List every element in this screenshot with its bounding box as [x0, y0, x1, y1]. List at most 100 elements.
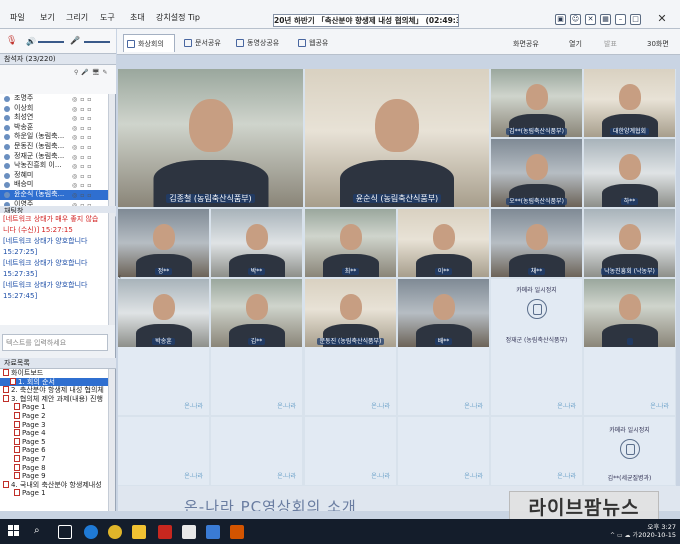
participant-row[interactable]: 정재군 (농림축... ◎▫▫: [0, 152, 108, 162]
menu-view[interactable]: 보기: [40, 12, 55, 23]
mic-icon[interactable]: 🎙: [6, 36, 17, 46]
video-tile-empty[interactable]: 온-나라: [398, 417, 489, 485]
participant-row[interactable]: 조명주 ◎▫▫: [0, 94, 108, 104]
video-tile[interactable]: 채**: [491, 209, 582, 277]
video-tile-empty[interactable]: 온-나라: [118, 347, 209, 415]
edge-icon[interactable]: [84, 525, 98, 539]
document-list[interactable]: 화이트보드 1. 회의 순서 2. 축산분야 항생제 내성 협의체 3. 협의체 제안…: [0, 369, 108, 511]
app-icon[interactable]: [182, 525, 196, 539]
documents-scrollbar[interactable]: [108, 369, 115, 511]
search-icon[interactable]: ⌕: [34, 525, 40, 536]
video-tile[interactable]: 정**: [118, 209, 209, 277]
video-tile-large[interactable]: 윤순식 (농림축산식품부): [305, 69, 489, 207]
participant-row[interactable]: 낙농진흥회 이... ◎▫▫: [0, 161, 108, 171]
document-item[interactable]: Page 1: [0, 489, 108, 498]
document-item[interactable]: 4. 국내외 축산분야 항생제내성: [0, 480, 108, 490]
volume-slider[interactable]: [38, 41, 64, 43]
maximize-icon[interactable]: □: [630, 14, 641, 25]
participant-row[interactable]: 문동진 (농림축... ◎▫▫: [0, 142, 108, 152]
open-button[interactable]: 열기: [569, 39, 582, 49]
participant-row[interactable]: 배승미 ◎▫▫: [0, 180, 108, 190]
video-tile[interactable]: 이**: [398, 209, 489, 277]
document-item[interactable]: Page 9: [0, 472, 108, 481]
video-tile[interactable]: 오**(농림축산식품부): [491, 139, 582, 207]
slideshow-app-icon[interactable]: [230, 525, 244, 539]
chrome-icon[interactable]: [108, 525, 122, 539]
menu-draw[interactable]: 그리기: [66, 12, 88, 23]
video-tile-camera-paused[interactable]: 카메라 일시정지 정재군 (농림축산식품부): [491, 279, 582, 347]
document-item[interactable]: 1. 회의 순서: [0, 377, 108, 387]
chat-scrollbar[interactable]: [108, 213, 115, 325]
participant-row[interactable]: 박송훈 ◎▫▫: [0, 123, 108, 133]
tab-video-share[interactable]: 동영상공유: [233, 34, 291, 52]
document-item[interactable]: 2. 축산분야 항생제 내성 협의체: [0, 386, 108, 395]
screen-icon[interactable]: ▣: [555, 14, 566, 25]
video-tile-empty[interactable]: 온-나라: [584, 347, 675, 415]
tab-document-share[interactable]: 문서공유: [181, 34, 233, 52]
video-tile-empty[interactable]: 온-나라: [118, 417, 209, 485]
close-icon[interactable]: ✕: [656, 13, 668, 26]
tab-web-share[interactable]: 웹공유: [295, 34, 345, 52]
present-button[interactable]: 발표: [604, 39, 617, 49]
document-item[interactable]: 3. 협의체 제안 과제(내용) 진행: [0, 394, 108, 404]
conference-app-icon[interactable]: [206, 525, 220, 539]
document-item[interactable]: Page 2: [0, 411, 108, 421]
video-tile[interactable]: 하**: [584, 139, 675, 207]
person-icon[interactable]: ☺: [570, 14, 581, 25]
participant-row[interactable]: 이상희 ◎▫▫: [0, 104, 108, 114]
video-tile-empty[interactable]: 온-나라: [491, 347, 582, 415]
video-tile-empty[interactable]: 온-나라: [491, 417, 582, 485]
mic-slider[interactable]: [84, 41, 110, 43]
video-tile[interactable]: 대한양계협회: [584, 69, 675, 137]
system-tray[interactable]: ^ ▭ ☁ 가: [610, 530, 638, 539]
video-tile-empty[interactable]: 온-나라: [398, 347, 489, 415]
participant-scrollbar[interactable]: [108, 94, 115, 206]
menu-invite[interactable]: 초대: [130, 12, 145, 23]
document-item[interactable]: Page 4: [0, 429, 108, 438]
video-tile-empty[interactable]: 온-나라: [305, 417, 396, 485]
document-item[interactable]: Page 6: [0, 446, 108, 455]
chat-message: [네트워크 상태가 양호합니다: [3, 281, 88, 289]
document-item[interactable]: Page 8: [0, 463, 108, 473]
participant-row[interactable]: 정혜미 ◎▫▫: [0, 171, 108, 181]
pdf-icon[interactable]: [158, 525, 172, 539]
windows-start-icon[interactable]: [8, 525, 20, 537]
tools-icon[interactable]: ✕: [585, 14, 596, 25]
video-tile[interactable]: 낙농진흥회 (낙농부): [584, 209, 675, 277]
menu-tools[interactable]: 도구: [100, 12, 115, 23]
video-tile-empty[interactable]: 온-나라: [305, 347, 396, 415]
screen-share-button[interactable]: 화면공유: [513, 39, 539, 49]
document-item[interactable]: 화이트보드: [0, 369, 108, 378]
video-tile[interactable]: 최**: [305, 209, 396, 277]
video-tile-large[interactable]: 김종철 (농림축산식품부): [118, 69, 303, 207]
video-tile-camera-paused[interactable]: 카메라 일시정지 김**(세균질병과): [584, 417, 675, 485]
participant-row[interactable]: 최성연 ◎▫▫: [0, 113, 108, 123]
video-tile[interactable]: 문동진 (농림축산식품부): [305, 279, 396, 347]
menu-settings-tip[interactable]: 강치설정 Tip: [156, 12, 200, 23]
layout-30-button[interactable]: 30화면: [647, 39, 669, 49]
document-item[interactable]: Page 1: [0, 403, 108, 412]
video-tile[interactable]: 배**: [398, 279, 489, 347]
video-tile[interactable]: 박**: [211, 209, 302, 277]
video-tile[interactable]: 김**(농림축산식품부): [491, 69, 582, 137]
video-tile[interactable]: 김**: [211, 279, 302, 347]
speaker-icon[interactable]: 🔊: [26, 37, 36, 46]
participant-row[interactable]: 하운일 (농림축... ◎▫▫: [0, 132, 108, 142]
video-tile-empty[interactable]: 온-나라: [211, 347, 302, 415]
tab-video-conference[interactable]: 화상회의: [123, 34, 175, 52]
chat-input[interactable]: 텍스트를 입력하세요: [2, 334, 108, 351]
menu-file[interactable]: 파일: [10, 12, 25, 23]
document-item[interactable]: Page 5: [0, 437, 108, 447]
video-tile[interactable]: 박송훈: [118, 279, 209, 347]
folder-icon[interactable]: [132, 525, 146, 539]
collapse-arrow-icon[interactable]: ‹: [118, 272, 123, 281]
participant-row[interactable]: 윤순식 (농림축... ◎▫▫: [0, 189, 108, 200]
video-tile-empty[interactable]: 온-나라: [211, 417, 302, 485]
minimize-icon[interactable]: –: [615, 14, 626, 25]
task-view-icon[interactable]: [58, 525, 72, 539]
video-tile[interactable]: [584, 279, 675, 347]
document-item[interactable]: Page 7: [0, 454, 108, 464]
participant-list[interactable]: 조명주 ◎▫▫ 이상희 ◎▫▫ 최성연 ◎▫▫ 박송훈 ◎▫▫ 하운일 (농림축... ◎▫▫ 문동…: [0, 94, 108, 218]
document-item[interactable]: Page 3: [0, 420, 108, 430]
grid-icon[interactable]: ▦: [600, 14, 611, 25]
